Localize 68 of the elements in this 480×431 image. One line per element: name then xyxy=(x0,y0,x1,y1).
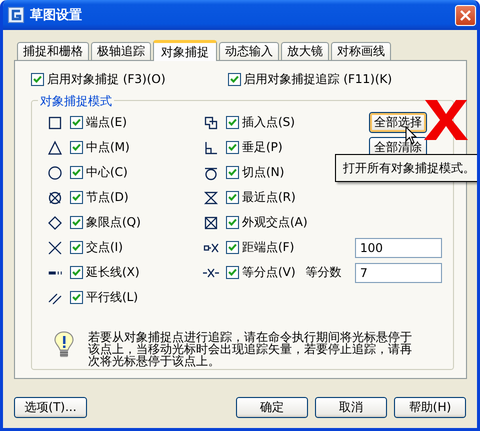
checkbox-label: 启用对象捕捉追踪 (F11)(K) xyxy=(244,70,392,88)
snap-marker-icon xyxy=(203,214,219,230)
checkbox-label: 节点(D) xyxy=(86,189,129,206)
checkbox[interactable] xyxy=(70,191,83,204)
tab[interactable]: 对象捕捉 xyxy=(153,40,217,61)
button[interactable]: 取消 xyxy=(315,397,387,418)
checkbox-label: 切点(N) xyxy=(242,164,284,181)
close-icon xyxy=(460,10,471,20)
field-label: 等分数 xyxy=(306,264,342,281)
checkbox[interactable] xyxy=(226,116,239,129)
snap-marker-icon xyxy=(47,214,63,230)
snap-marker-icon xyxy=(47,164,63,180)
snap-marker-icon xyxy=(47,240,63,256)
checkbox[interactable] xyxy=(228,72,240,86)
snap-marker-icon xyxy=(47,114,63,130)
snap-marker-icon xyxy=(48,270,62,274)
checkbox-label: 中心(C) xyxy=(86,164,128,181)
snap-marker-icon xyxy=(203,114,219,130)
checkbox-label: 垂足(P) xyxy=(242,139,283,156)
snap-marker-icon xyxy=(47,140,63,156)
checkbox[interactable] xyxy=(70,291,83,304)
options-button[interactable]: 选项(T)... xyxy=(14,397,87,418)
checkbox-label: 象限点(Q) xyxy=(86,214,141,231)
checkbox[interactable] xyxy=(226,141,239,154)
button[interactable]: 确定 xyxy=(236,397,308,418)
group-title: 对象捕捉模式 xyxy=(38,93,114,110)
input-field[interactable]: 7 xyxy=(355,262,442,282)
checkbox[interactable] xyxy=(70,241,83,254)
tab[interactable]: 放大镜 xyxy=(281,42,329,60)
checkbox-label: 等分点(V) xyxy=(242,264,296,281)
checkbox-label: 最近点(R) xyxy=(242,189,296,206)
checkbox[interactable] xyxy=(70,266,83,279)
checkbox-label: 插入点(S) xyxy=(242,114,295,131)
checkbox[interactable] xyxy=(226,191,239,204)
hint-text: 若要从对象捕捉点进行追踪，请在命令执行期间将光标悬停于该点上，当移动光标时会出现追踪矢量，若要停止追踪，请再次将光标悬停于该点上。 xyxy=(88,331,413,367)
app-icon xyxy=(8,7,24,23)
input-field[interactable]: 100 xyxy=(355,238,442,258)
checkbox[interactable] xyxy=(70,116,83,129)
checkbox-label: 端点(E) xyxy=(86,114,127,131)
tab[interactable]: 对称画线 xyxy=(331,42,391,60)
checkbox[interactable] xyxy=(226,216,239,229)
snap-marker-icon xyxy=(47,190,63,206)
cross-mark-icon xyxy=(423,98,469,142)
checkbox[interactable] xyxy=(31,72,44,86)
checkbox-label: 延长线(X) xyxy=(86,264,140,281)
checkbox[interactable] xyxy=(70,166,83,179)
checkbox-label: 启用对象捕捉 (F3)(O) xyxy=(47,70,166,88)
tab[interactable]: 极轴追踪 xyxy=(91,42,151,60)
checkbox-label: 中点(M) xyxy=(86,139,130,156)
checkbox[interactable] xyxy=(226,166,239,179)
button[interactable]: 帮助(H) xyxy=(394,397,466,418)
checkbox[interactable] xyxy=(70,141,83,154)
tab[interactable]: 捕捉和栅格 xyxy=(17,42,89,60)
lightbulb-icon xyxy=(54,331,74,359)
checkbox-label: 外观交点(A) xyxy=(242,214,308,231)
snap-marker-icon xyxy=(203,190,219,206)
snap-marker-icon xyxy=(203,140,219,156)
checkbox[interactable] xyxy=(226,241,239,254)
window-title: 草图设置 xyxy=(30,7,83,24)
close-button[interactable] xyxy=(455,4,476,26)
tooltip: 打开所有对象捕捉模式。 xyxy=(335,154,477,182)
checkbox[interactable] xyxy=(70,216,83,229)
checkbox-label: 距端点(F) xyxy=(242,239,294,256)
checkbox[interactable] xyxy=(226,266,239,279)
tab[interactable]: 动态输入 xyxy=(219,42,279,60)
button[interactable]: 全部选择 xyxy=(369,112,427,133)
checkbox-label: 平行线(L) xyxy=(86,289,138,306)
checkbox-label: 交点(I) xyxy=(86,239,123,256)
